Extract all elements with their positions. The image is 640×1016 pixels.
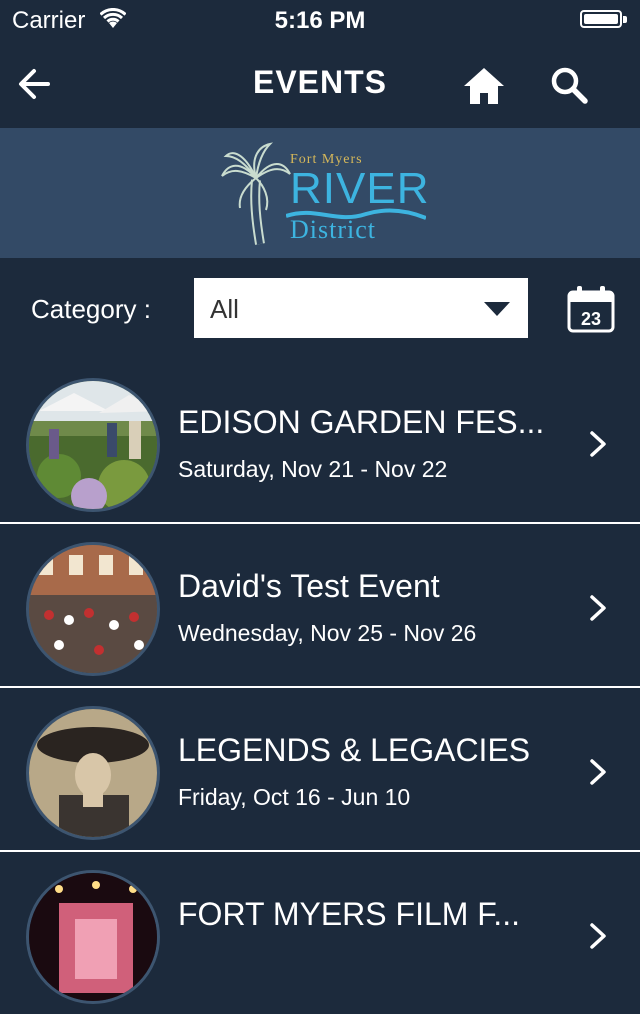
event-row-edison[interactable]: EDISON GARDEN FES... Saturday, Nov 21 - … bbox=[0, 360, 640, 524]
event-date: Friday, Oct 16 - Jun 10 bbox=[178, 784, 411, 810]
category-selected-value: All bbox=[210, 294, 239, 324]
event-row-film-festival[interactable]: FORT MYERS FILM F... bbox=[0, 852, 640, 1016]
chevron-right-icon bbox=[590, 595, 606, 621]
event-thumbnail bbox=[26, 378, 160, 512]
calendar-icon[interactable]: 23 bbox=[566, 284, 616, 334]
category-select[interactable]: All bbox=[194, 278, 528, 338]
calendar-day-label: 23 bbox=[581, 309, 601, 329]
status-time: 5:16 PM bbox=[274, 7, 366, 34]
filter-bar: Category : All 23 bbox=[0, 258, 640, 360]
chevron-right-icon bbox=[590, 759, 606, 785]
event-date: Wednesday, Nov 25 - Nov 26 bbox=[178, 620, 477, 646]
status-bar: Carrier 5:16 PM bbox=[0, 0, 640, 40]
home-icon[interactable] bbox=[460, 62, 508, 110]
caret-down-icon bbox=[484, 302, 510, 316]
event-row-davids-test[interactable]: David's Test Event Wednesday, Nov 25 - N… bbox=[0, 524, 640, 688]
event-row-legends[interactable]: LEGENDS & LEGACIES Friday, Oct 16 - Jun … bbox=[0, 688, 640, 852]
event-title: David's Test Event bbox=[178, 568, 440, 604]
river-district-logo: Fort Myers RIVER District bbox=[220, 140, 428, 248]
event-thumbnail bbox=[26, 706, 160, 840]
event-thumbnail bbox=[26, 870, 160, 1004]
logo-line-3: District bbox=[290, 215, 376, 244]
chevron-right-icon bbox=[590, 923, 606, 949]
search-icon[interactable] bbox=[546, 62, 594, 110]
banner: Fort Myers RIVER District bbox=[0, 128, 640, 258]
chevron-right-icon bbox=[590, 431, 606, 457]
event-title: FORT MYERS FILM F... bbox=[178, 896, 520, 932]
nav-bar: EVENTS bbox=[0, 40, 640, 128]
event-title: LEGENDS & LEGACIES bbox=[178, 732, 531, 768]
event-date: Saturday, Nov 21 - Nov 22 bbox=[178, 456, 448, 482]
category-label: Category : bbox=[31, 294, 151, 324]
event-title: EDISON GARDEN FES... bbox=[178, 404, 545, 440]
page-title: EVENTS bbox=[252, 64, 388, 100]
event-thumbnail bbox=[26, 542, 160, 676]
event-list: EDISON GARDEN FES... Saturday, Nov 21 - … bbox=[0, 360, 640, 1016]
palm-tree-icon bbox=[221, 142, 291, 245]
battery-icon bbox=[580, 10, 628, 30]
